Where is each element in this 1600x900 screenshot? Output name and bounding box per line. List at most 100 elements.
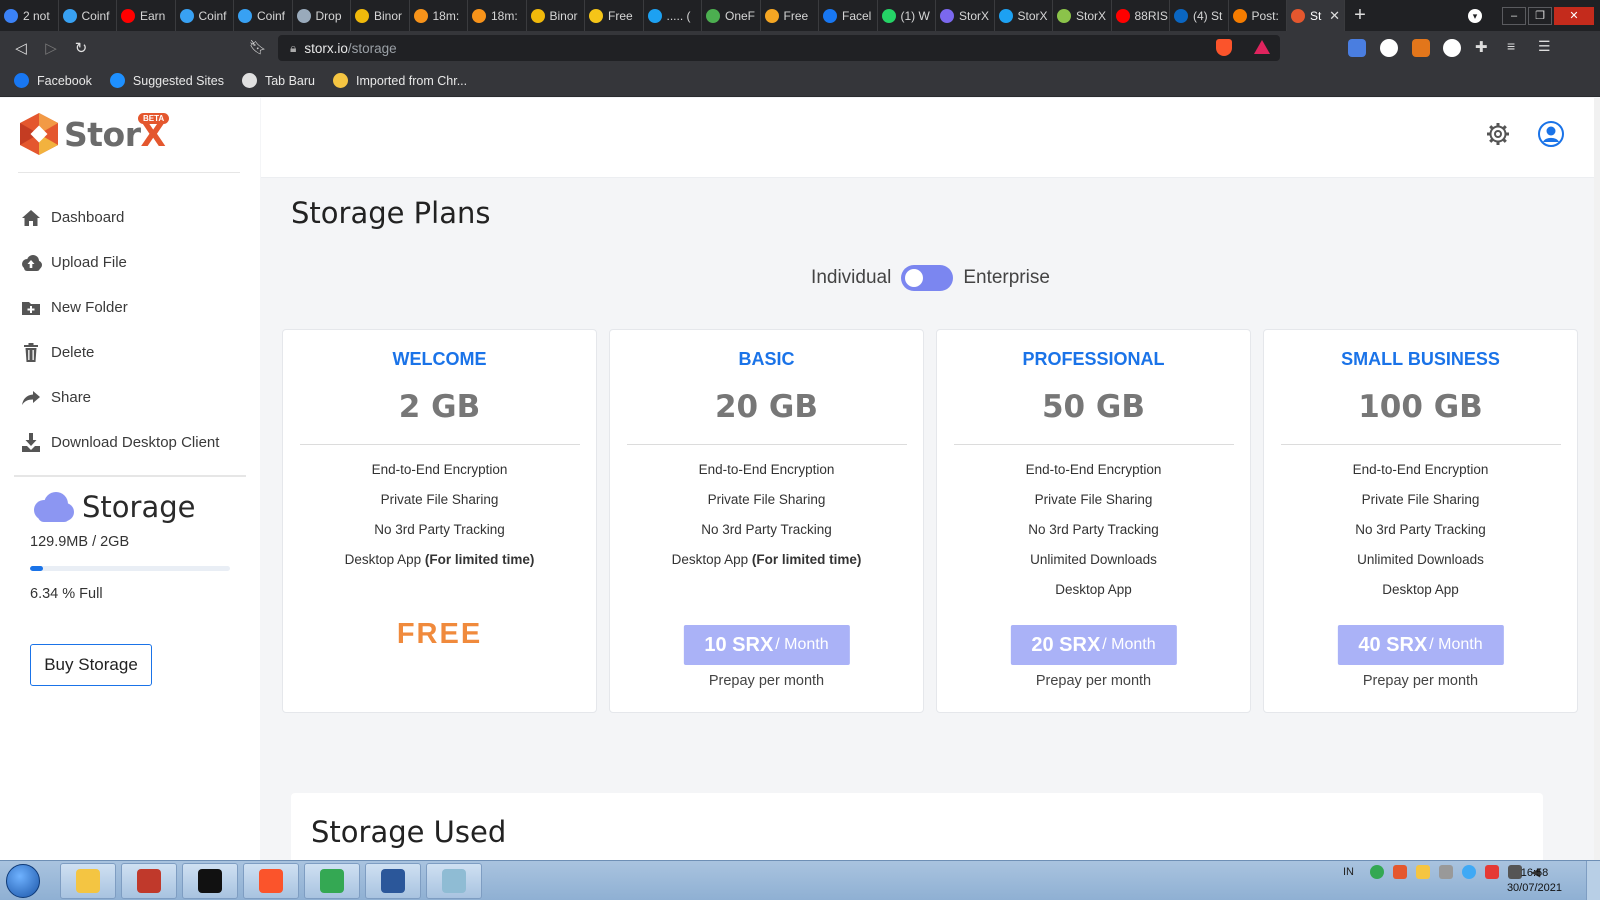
- restore-button[interactable]: ❐: [1528, 6, 1552, 25]
- plan-name: BASIC: [738, 349, 795, 369]
- storage-title: Storage: [82, 490, 196, 524]
- playlist-icon[interactable]: ≡: [1507, 38, 1525, 56]
- brave-rewards-icon[interactable]: [1254, 40, 1270, 54]
- extension-icon[interactable]: [1380, 39, 1398, 57]
- taskbar-app-screen-recorder[interactable]: [121, 863, 177, 899]
- sidebar-item-download-desktop-client[interactable]: Download Desktop Client: [20, 420, 219, 465]
- browser-tab[interactable]: (1) W: [878, 0, 936, 31]
- sidebar: StorX BETA Dashboard Upload File New Folde…: [0, 98, 260, 860]
- tab-favicon-icon: [823, 8, 837, 23]
- brave-shield-icon[interactable]: [1216, 39, 1232, 56]
- browser-tab[interactable]: Free: [761, 0, 819, 31]
- plan-price-button[interactable]: 10 SRX / Month: [683, 625, 850, 665]
- back-icon[interactable]: ◁: [6, 39, 36, 57]
- browser-tab[interactable]: Binor: [351, 0, 410, 31]
- explorer-icon: [76, 869, 100, 893]
- gear-icon[interactable]: [1486, 122, 1510, 146]
- bookmark-item[interactable]: Imported from Chr...: [332, 73, 467, 88]
- browser-tab[interactable]: OneF: [702, 0, 761, 31]
- browser-tab[interactable]: Coinf: [176, 0, 234, 31]
- translate-extension-icon[interactable]: [1348, 39, 1366, 57]
- minimize-button[interactable]: –: [1502, 6, 1526, 25]
- user-avatar-icon[interactable]: [1538, 121, 1564, 147]
- browser-tab[interactable]: StorX: [1053, 0, 1112, 31]
- browser-tab[interactable]: 18m:: [468, 0, 527, 31]
- tab-favicon-icon: [998, 8, 1013, 23]
- show-desktop-button[interactable]: [1586, 861, 1600, 900]
- tab-favicon-icon: [355, 8, 369, 23]
- tray-icon[interactable]: [1393, 865, 1407, 879]
- browser-tab[interactable]: Facel: [819, 0, 878, 31]
- tab-favicon-icon: [706, 8, 720, 23]
- tray-icon[interactable]: [1485, 865, 1499, 879]
- browser-tab[interactable]: 2 not: [0, 0, 59, 31]
- sidebar-item-dashboard[interactable]: Dashboard: [20, 195, 219, 240]
- tab-favicon-icon: [4, 8, 18, 23]
- tab-active[interactable]: St ✕: [1287, 0, 1345, 31]
- tab-label: Coinf: [81, 8, 110, 23]
- language-indicator[interactable]: IN: [1343, 866, 1354, 878]
- browser-tab[interactable]: Binor: [527, 0, 585, 31]
- tray-icon[interactable]: [1439, 865, 1453, 879]
- taskbar-app-chrome[interactable]: [304, 863, 360, 899]
- sidebar-item-new-folder[interactable]: New Folder: [20, 285, 219, 330]
- taskbar-app-cmd[interactable]: [182, 863, 238, 899]
- browser-tab[interactable]: (4) St: [1170, 0, 1229, 31]
- cloud-icon: [34, 492, 74, 522]
- close-window-button[interactable]: ✕: [1554, 6, 1594, 25]
- tab-label: Free: [608, 8, 633, 23]
- storx-logo[interactable]: StorX BETA: [20, 113, 170, 155]
- browser-tab[interactable]: StorX: [936, 0, 995, 31]
- taskbar-app-notepad[interactable]: [426, 863, 482, 899]
- browser-tab[interactable]: StorX: [995, 0, 1053, 31]
- browser-tab[interactable]: Coinf: [59, 0, 117, 31]
- bookmark-item[interactable]: Suggested Sites: [109, 73, 224, 88]
- tab-label: StorX: [959, 8, 990, 23]
- tray-icon[interactable]: [1416, 865, 1430, 879]
- browser-tab[interactable]: Free: [585, 0, 644, 31]
- browser-tab[interactable]: Earn: [117, 0, 176, 31]
- plan-price-button[interactable]: 40 SRX / Month: [1337, 625, 1504, 665]
- chrome-tray-icon[interactable]: [1370, 865, 1384, 879]
- reload-icon[interactable]: ↻: [66, 39, 96, 57]
- browser-tab[interactable]: Post:: [1229, 0, 1287, 31]
- url-field[interactable]: 🔒︎ storx.io/storage: [278, 35, 1280, 61]
- bookmark-icon[interactable]: 🔖︎: [249, 39, 267, 56]
- browser-tab[interactable]: Coinf: [234, 0, 293, 31]
- plan-type-toggle[interactable]: [901, 265, 954, 291]
- sidebar-item-delete[interactable]: Delete: [20, 330, 219, 375]
- browser-tab[interactable]: ..... (: [644, 0, 702, 31]
- puzzle-icon[interactable]: ✚: [1475, 38, 1493, 56]
- browser-tab[interactable]: Drop: [293, 0, 351, 31]
- sidebar-item-share[interactable]: Share: [20, 375, 219, 420]
- plan-name: WELCOME: [392, 349, 487, 369]
- bookmark-item[interactable]: Facebook: [14, 73, 92, 88]
- start-button[interactable]: [6, 864, 40, 898]
- forward-icon[interactable]: ▷: [36, 39, 66, 57]
- tray-icon[interactable]: [1462, 865, 1476, 879]
- plan-size: 2 GB: [398, 389, 481, 425]
- buy-storage-button[interactable]: Buy Storage: [30, 644, 152, 686]
- tab-label: Coinf: [198, 8, 227, 23]
- taskbar-app-word[interactable]: [365, 863, 421, 899]
- taskbar-app-explorer[interactable]: [60, 863, 116, 899]
- close-tab-icon[interactable]: ✕: [1329, 8, 1340, 24]
- clock[interactable]: 16:58 30/07/2021: [1507, 866, 1562, 896]
- taskbar-app-brave[interactable]: [243, 863, 299, 899]
- browser-tab[interactable]: 18m:: [410, 0, 468, 31]
- bookmark-item[interactable]: Tab Baru: [241, 73, 315, 88]
- browser-tab[interactable]: 88RIS: [1112, 0, 1170, 31]
- toggle-label-enterprise[interactable]: Enterprise: [963, 267, 1050, 289]
- tab-search-icon[interactable]: ▾: [1468, 8, 1482, 23]
- sidebar-item-upload-file[interactable]: Upload File: [20, 240, 219, 285]
- tab-label: Binor: [549, 8, 578, 23]
- tab-favicon-icon: [179, 8, 194, 23]
- metamask-icon[interactable]: [1412, 39, 1430, 57]
- page-scrollbar[interactable]: [1594, 98, 1600, 860]
- extension-icon[interactable]: [1443, 39, 1461, 57]
- menu-icon[interactable]: ☰: [1538, 38, 1556, 56]
- plan-price-button[interactable]: 20 SRX / Month: [1010, 625, 1177, 665]
- new-tab-button[interactable]: +: [1345, 4, 1375, 27]
- feature-item: Unlimited Downloads: [1357, 552, 1484, 567]
- toggle-label-individual[interactable]: Individual: [811, 267, 891, 289]
